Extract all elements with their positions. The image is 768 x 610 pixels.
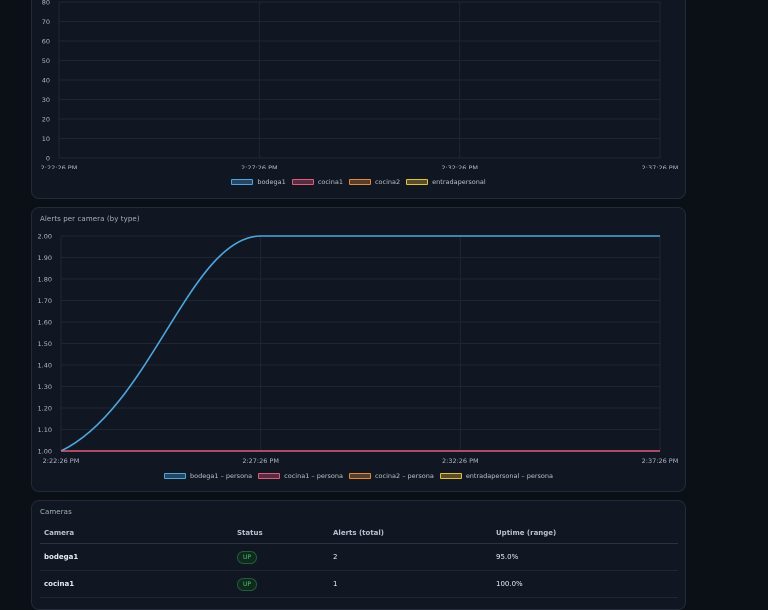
legend-item[interactable]: entradapersonal [406,178,486,186]
y-tick-label: 0 [46,154,50,162]
y-tick-label: 1.10 [38,426,52,434]
legend-label: cocina2 – persona [374,472,434,480]
line-chart: 0 10 20 30 40 50 60 70 80 2:22:26 PM 2:27:26 PM 2:3… [41,0,679,169]
y-tick-label: 1.40 [38,361,52,369]
y-tick-label: 40 [42,76,50,84]
status-cell: UP [233,570,329,598]
table-row[interactable]: cocina1 UP 1 100.0% [40,570,678,598]
legend-swatch [291,179,314,185]
column-header-uptime[interactable]: Uptime (range) [492,523,678,544]
legend-label: cocina1 – persona [284,472,343,480]
uptime-value: 95.0% [492,543,678,571]
y-tick-label: 1.70 [38,297,52,305]
alerts-count: 1 [329,570,492,598]
alerts-count: 2 [329,543,492,571]
legend-item[interactable]: bodega1 – persona [164,472,252,480]
x-tick-label: 2:37:26 PM [642,164,679,169]
legend-item[interactable]: cocina2 [348,178,401,186]
camera-name: cocina1 [40,570,233,598]
y-tick-label: 70 [42,18,50,26]
x-tick-label: 2:37:26 PM [642,457,679,465]
legend-item[interactable]: cocina2 – persona [348,472,434,480]
y-tick-label: 1.20 [38,404,52,412]
legend-label: bodega1 – persona [190,472,253,480]
status-badge: UP [237,577,258,591]
y-tick-label: 1.00 [38,447,52,455]
cameras-card: Cameras Camera Status Alerts (total) Upt… [31,500,686,610]
legend-swatch [164,473,187,479]
x-tick-label: 2:27:26 PM [241,164,278,169]
table-header-row: Camera Status Alerts (total) Uptime (ran… [40,523,678,544]
cameras-table: Camera Status Alerts (total) Uptime (ran… [40,523,678,598]
y-tick-label: 20 [42,115,50,123]
uptime-value: 100.0% [492,570,678,598]
legend-item[interactable]: cocina1 [291,178,343,186]
chart-card-alerts-per-camera: Alerts per camera (by type) 1.00 1.10 1.20… [31,207,686,492]
x-tick-label: 2:32:26 PM [442,457,479,465]
chart-legend: bodega1 cocina1 cocina2 entradapersonal [32,178,685,186]
x-tick-label: 2:22:26 PM [41,164,78,169]
y-tick-label: 1.30 [38,383,52,391]
column-header-status[interactable]: Status [233,523,329,544]
legend-swatch [348,179,371,185]
legend-swatch [231,179,254,185]
x-tick-label: 2:22:26 PM [43,457,80,465]
y-tick-label: 50 [42,57,50,65]
legend-swatch [258,473,281,479]
y-tick-label: 30 [42,96,50,104]
legend-item[interactable]: bodega1 [231,178,286,186]
column-header-alerts[interactable]: Alerts (total) [329,523,492,544]
legend-item[interactable]: cocina1 – persona [258,472,343,480]
x-tick-label: 2:32:26 PM [441,164,478,169]
y-tick-label: 1.50 [38,340,52,348]
y-tick-label: 80 [42,0,50,6]
status-badge: UP [237,550,258,564]
legend-label: bodega1 [257,178,286,186]
x-tick-label: 2:27:26 PM [242,457,279,465]
legend-swatch [406,179,429,185]
table-row[interactable]: bodega1 UP 2 95.0% [40,543,678,571]
legend-label: cocina2 [374,178,401,186]
status-cell: UP [233,543,329,571]
y-tick-label: 1.60 [38,318,52,326]
y-tick-label: 60 [42,37,50,45]
y-tick-label: 10 [42,135,50,143]
line-chart: 1.00 1.10 1.20 1.30 1.40 1.50 1.60 1.70 1.80 1.90… [38,232,679,465]
y-tick-label: 1.90 [38,254,52,262]
chart-card-cameras: 0 10 20 30 40 50 60 70 80 2:22:26 PM 2:27:26 PM 2:3… [31,0,686,199]
legend-swatch [348,473,371,479]
legend-swatch [439,473,462,479]
legend-label: cocina1 [317,178,343,186]
camera-name: bodega1 [40,543,233,571]
legend-label: entradapersonal [432,178,486,186]
column-header-camera[interactable]: Camera [40,523,233,544]
y-tick-label: 2.00 [38,232,52,240]
legend-label: entradapersonal – persona [465,472,553,480]
y-tick-label: 1.80 [38,275,52,283]
chart-legend: bodega1 – persona cocina1 – persona cocina… [32,472,685,480]
legend-item[interactable]: entradapersonal – persona [439,472,553,480]
cameras-title: Cameras [40,508,72,516]
